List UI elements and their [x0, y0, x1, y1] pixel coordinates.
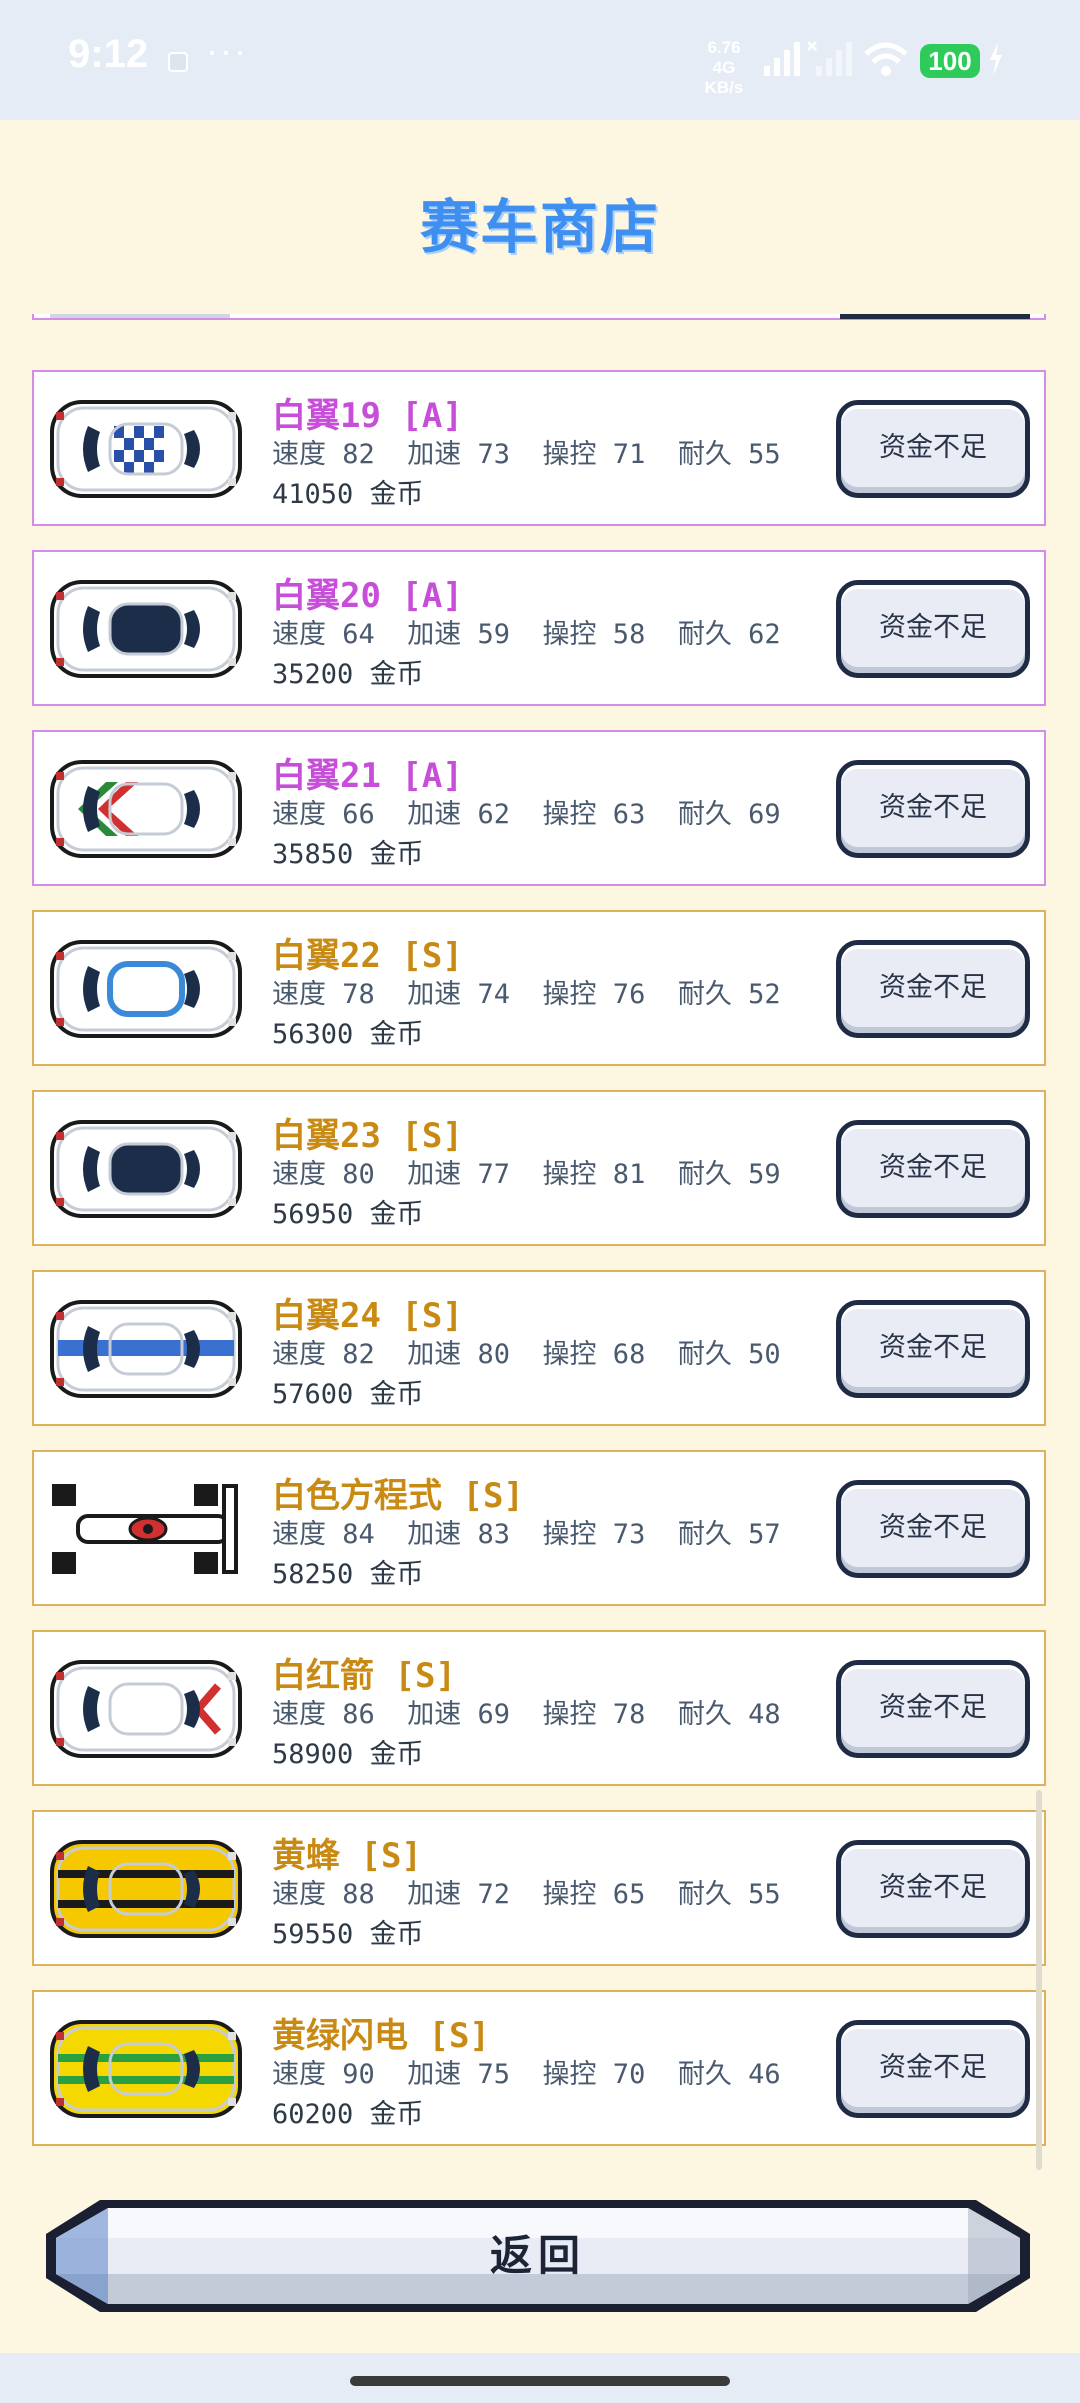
car-price: 41050 金币 [272, 479, 424, 510]
car-price: 58900 金币 [272, 1739, 424, 1770]
car-name: 白翼24 [S] [272, 1296, 463, 1336]
car-card: 黄蜂 [S] 速度 88 加速 72 操控 65 耐久 55 59550 金币 资金不… [32, 1810, 1046, 1966]
car-image [48, 1116, 244, 1222]
car-price: 35850 金币 [272, 839, 424, 870]
car-price: 58250 金币 [272, 1559, 424, 1590]
car-card: 黄绿闪电 [S] 速度 90 加速 75 操控 70 耐久 46 60200 金币 资… [32, 1990, 1046, 2146]
car-stats: 速度 64 加速 59 操控 58 耐久 62 [272, 619, 781, 650]
scrollbar[interactable] [1036, 1790, 1042, 2170]
signal-2-icon [808, 40, 852, 76]
car-name: 白翼20 [A] [272, 576, 463, 616]
buy-button[interactable]: 资金不足 [836, 580, 1030, 678]
home-indicator[interactable] [350, 2376, 730, 2386]
notification-icon [168, 52, 188, 72]
buy-button[interactable]: 资金不足 [836, 1120, 1030, 1218]
car-price: 35200 金币 [272, 659, 424, 690]
network-speed: 6.76 4G KB/s [704, 38, 744, 97]
car-card: 白翼22 [S] 速度 78 加速 74 操控 76 耐久 52 56300 金币 资… [32, 910, 1046, 1066]
buy-button[interactable]: 资金不足 [836, 400, 1030, 498]
car-price: 56950 金币 [272, 1199, 424, 1230]
car-name: 白色方程式 [S] [272, 1476, 524, 1516]
car-price: 59550 金币 [272, 1919, 424, 1950]
car-image [48, 756, 244, 862]
car-list[interactable]: 白翼19 [A] 速度 82 加速 73 操控 71 耐久 55 41050 金币资… [0, 314, 1080, 2164]
car-stats: 速度 80 加速 77 操控 81 耐久 59 [272, 1159, 781, 1190]
page-title: 赛车商店 [419, 193, 660, 261]
car-name: 白翼23 [S] [272, 1116, 463, 1156]
buy-button[interactable]: 资金不足 [836, 2020, 1030, 2118]
car-image [48, 396, 244, 502]
car-name: 黄绿闪电 [S] [272, 2016, 490, 2056]
car-image [48, 1836, 244, 1942]
car-stats: 速度 88 加速 72 操控 65 耐久 55 [272, 1879, 781, 1910]
car-image [48, 2016, 244, 2122]
car-image [48, 1296, 244, 1402]
buy-button[interactable]: 资金不足 [836, 1660, 1030, 1758]
car-stats: 速度 82 加速 73 操控 71 耐久 55 [272, 439, 781, 470]
car-image [48, 1476, 244, 1582]
back-button[interactable]: 返回 [40, 2194, 1036, 2318]
wifi-icon [864, 42, 908, 76]
buy-button[interactable]: 资金不足 [836, 1840, 1030, 1938]
car-card: 白红箭 [S] 速度 86 加速 69 操控 78 耐久 48 58900 金币 资金… [32, 1630, 1046, 1786]
car-name: 白红箭 [S] [272, 1656, 456, 1696]
car-stats: 速度 84 加速 83 操控 73 耐久 57 [272, 1519, 781, 1550]
car-name: 白翼22 [S] [272, 936, 463, 976]
car-stats: 速度 78 加速 74 操控 76 耐久 52 [272, 979, 781, 1010]
status-time: 9:12 [68, 32, 149, 76]
signal-icon [764, 42, 800, 76]
car-image [48, 576, 244, 682]
car-stats: 速度 82 加速 80 操控 68 耐久 50 [272, 1339, 781, 1370]
car-card: 白色方程式 [S] 速度 84 加速 83 操控 73 耐久 57 58250 金币… [32, 1450, 1046, 1606]
car-image [48, 936, 244, 1042]
partial-car-image [50, 314, 230, 318]
car-price: 57600 金币 [272, 1379, 424, 1410]
car-price: 56300 金币 [272, 1019, 424, 1050]
car-stats: 速度 66 加速 62 操控 63 耐久 69 [272, 799, 781, 830]
more-notifications-icon: ··· [206, 30, 248, 71]
car-stats: 速度 86 加速 69 操控 78 耐久 48 [272, 1699, 781, 1730]
charging-icon [990, 42, 1002, 76]
car-card: 白翼21 [A] 速度 66 加速 62 操控 63 耐久 69 35850 金币 资… [32, 730, 1046, 886]
back-button-label: 返回 [489, 2231, 586, 2280]
car-price: 60200 金币 [272, 2099, 424, 2130]
car-card: 白翼20 [A] 速度 64 加速 59 操控 58 耐久 62 35200 金币 资… [32, 550, 1046, 706]
car-card: 白翼23 [S] 速度 80 加速 77 操控 81 耐久 59 56950 金币 资… [32, 1090, 1046, 1246]
buy-button[interactable]: 资金不足 [836, 1480, 1030, 1578]
car-image [48, 1656, 244, 1762]
car-card: 白翼19 [A] 速度 82 加速 73 操控 71 耐久 55 41050 金币 资… [32, 370, 1046, 526]
buy-button[interactable]: 资金不足 [836, 1300, 1030, 1398]
partial-button [840, 314, 1030, 319]
car-card: 白翼24 [S] 速度 82 加速 80 操控 68 耐久 50 57600 金币 资… [32, 1270, 1046, 1426]
car-name: 黄蜂 [S] [272, 1836, 422, 1876]
car-name: 白翼21 [A] [272, 756, 463, 796]
battery-indicator: 100 [920, 44, 980, 78]
buy-button[interactable]: 资金不足 [836, 760, 1030, 858]
car-name: 白翼19 [A] [272, 396, 463, 436]
status-bar: 9:12 ··· 6.76 4G KB/s 100 [0, 0, 1080, 120]
buy-button[interactable]: 资金不足 [836, 940, 1030, 1038]
car-stats: 速度 90 加速 75 操控 70 耐久 46 [272, 2059, 781, 2090]
